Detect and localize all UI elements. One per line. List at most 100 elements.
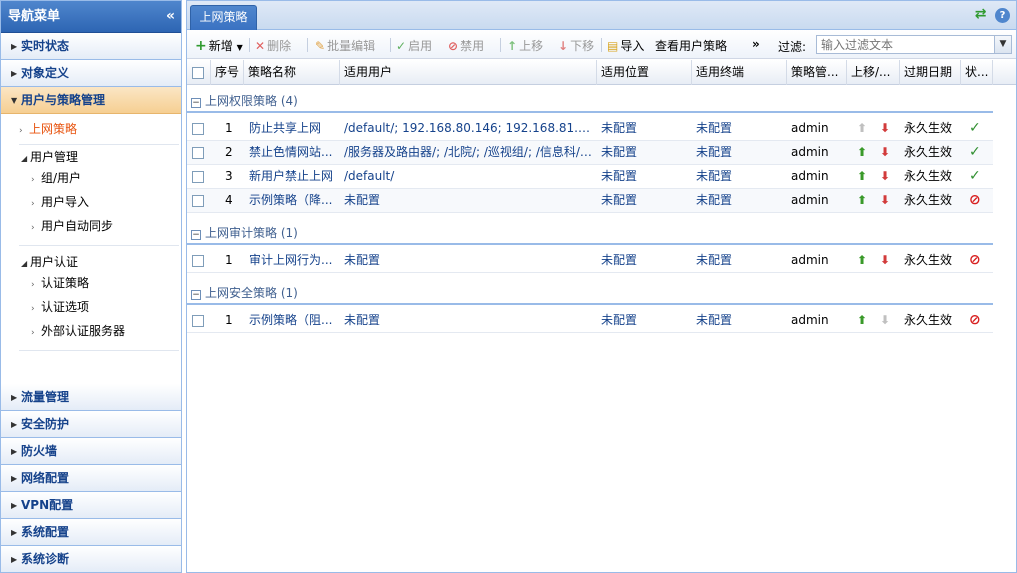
sidebar-item-auth-options[interactable]: › 认证选项 [31,298,89,315]
cell-terminal[interactable]: 未配置 [696,309,784,333]
row-checkbox[interactable] [192,254,204,267]
move-down-icon[interactable]: ⬇ [880,165,890,189]
disable-button[interactable]: ⊘ 禁用 [448,37,484,54]
cell-location[interactable]: 未配置 [601,117,689,141]
tab-internet-policy[interactable]: 上网策略 [190,5,257,30]
cell-location[interactable]: 未配置 [601,189,689,213]
cell-policy-name[interactable]: 示例策略（降... [249,189,341,213]
cell-policy-name[interactable]: 示例策略（阻... [249,309,341,333]
move-up-icon[interactable]: ⬆ [857,249,867,273]
disabled-prohibited-icon[interactable]: ⊘ [969,189,981,213]
cell-policy-name[interactable]: 防止共享上网 [249,117,341,141]
nav-section-system-config[interactable]: ▶ 系统配置 [1,519,181,546]
cell-terminal[interactable]: 未配置 [696,165,784,189]
table-row[interactable]: 1 示例策略（阻... 未配置 未配置 未配置 admin 永久生效 ⬆ ⬇ ⊘ [187,309,993,333]
group-header[interactable]: − 上网审计策略 (1) [187,221,993,245]
group-user-mgmt[interactable]: ◢ 用户管理 [21,148,78,165]
move-down-icon[interactable]: ⬇ [880,141,890,165]
table-row[interactable]: 2 禁止色情网站.../服务器及路由器/; /北院/; /巡视组/; /信息科/;… [187,141,993,165]
table-row[interactable]: 1 审计上网行为... 未配置 未配置 未配置 admin 永久生效 ⬆ ⬇ ⊘ [187,249,993,273]
help-icon[interactable]: ? [995,8,1010,23]
group-header[interactable]: − 上网安全策略 (1) [187,281,993,305]
move-up-icon[interactable]: ⬆ [857,189,867,213]
col-name[interactable]: 策略名称 [244,60,340,85]
col-expire[interactable]: 过期日期 [900,60,961,85]
cell-policy-name[interactable]: 禁止色情网站... [249,141,341,165]
table-row[interactable]: 1 防止共享上网/default/; 192.168.80.146; 192.16… [187,117,993,141]
cell-terminal[interactable]: 未配置 [696,249,784,273]
cell-policy-name[interactable]: 审计上网行为... [249,249,341,273]
nav-section-security-protection[interactable]: ▶ 安全防护 [1,411,181,438]
move-up-icon[interactable]: ⬆ [857,309,867,333]
cell-policy-name[interactable]: 新用户禁止上网 [249,165,341,189]
col-admin[interactable]: 策略管... [787,60,847,85]
sidebar-item-user-import[interactable]: › 用户导入 [31,193,89,210]
move-down-button[interactable]: ↓ 下移 [558,37,594,54]
filter-input[interactable] [816,35,1012,54]
row-checkbox[interactable] [192,194,204,207]
col-no[interactable]: 序号 [211,60,244,85]
sidebar-item-internet-policy[interactable]: › 上网策略 [19,120,77,137]
cell-terminal[interactable]: 未配置 [696,117,784,141]
group-header[interactable]: − 上网权限策略 (4) [187,89,993,113]
row-checkbox[interactable] [192,314,204,327]
row-checkbox[interactable] [192,146,204,159]
batch-edit-button[interactable]: ✎ 批量编辑 [315,37,375,54]
disabled-prohibited-icon[interactable]: ⊘ [969,309,981,333]
col-users[interactable]: 适用用户 [340,60,597,85]
refresh-icon[interactable]: ⇄ [973,7,988,22]
enable-button[interactable]: ✓ 启用 [396,37,432,54]
sidebar-item-external-auth-server[interactable]: › 外部认证服务器 [31,322,125,339]
cell-location[interactable]: 未配置 [601,141,689,165]
nav-section-firewall[interactable]: ▶ 防火墙 [1,438,181,465]
col-move[interactable]: 上移/... [847,60,900,85]
sidebar-item-group-user[interactable]: › 组/用户 [31,169,81,186]
cell-location[interactable]: 未配置 [601,249,689,273]
group-user-auth[interactable]: ◢ 用户认证 [21,253,78,270]
nav-section-object-definition[interactable]: ▶ 对象定义 [1,60,181,87]
add-button[interactable]: + 新增 ▼ [195,37,243,54]
checkbox[interactable] [192,66,204,79]
more-button[interactable]: » [752,37,760,51]
move-up-button[interactable]: ↑ 上移 [507,37,543,54]
collapse-minus-icon[interactable]: − [191,290,201,300]
move-down-icon[interactable]: ⬇ [880,249,890,273]
cell-terminal[interactable]: 未配置 [696,189,784,213]
chevron-down-icon[interactable]: ▼ [994,36,1011,53]
move-down-icon[interactable]: ⬇ [880,189,890,213]
col-location[interactable]: 适用位置 [597,60,692,85]
import-button[interactable]: ▤ 导入 [607,37,644,54]
sidebar-item-user-auto-sync[interactable]: › 用户自动同步 [31,217,113,234]
nav-section-user-policy-mgmt[interactable]: ▼ 用户与策略管理 [1,87,181,114]
move-down-icon[interactable]: ⬇ [880,117,890,141]
delete-button[interactable]: ✕ 删除 [255,37,291,54]
cell-users[interactable]: 未配置 [344,249,594,273]
collapse-minus-icon[interactable]: − [191,230,201,240]
enabled-check-icon[interactable]: ✓ [969,165,981,189]
cell-users[interactable]: 未配置 [344,189,594,213]
nav-section-network-config[interactable]: ▶ 网络配置 [1,465,181,492]
table-row[interactable]: 4 示例策略（降... 未配置 未配置 未配置 admin 永久生效 ⬆ ⬇ ⊘ [187,189,993,213]
nav-section-system-diagnosis[interactable]: ▶ 系统诊断 [1,546,181,573]
cell-terminal[interactable]: 未配置 [696,141,784,165]
cell-users[interactable]: /服务器及路由器/; /北院/; /巡视组/; /信息科/; /... [344,141,594,165]
cell-users[interactable]: 未配置 [344,309,594,333]
sidebar-item-auth-policy[interactable]: › 认证策略 [31,274,89,291]
move-up-icon[interactable]: ⬆ [857,165,867,189]
cell-location[interactable]: 未配置 [601,309,689,333]
cell-users[interactable]: /default/ [344,165,594,189]
select-all-checkbox[interactable] [187,60,211,85]
col-status[interactable]: 状... [961,60,993,85]
view-user-policy-button[interactable]: 查看用户策略 [655,37,727,54]
cell-location[interactable]: 未配置 [601,165,689,189]
row-checkbox[interactable] [192,122,204,135]
collapse-minus-icon[interactable]: − [191,98,201,108]
move-up-icon[interactable]: ⬆ [857,141,867,165]
enabled-check-icon[interactable]: ✓ [969,141,981,165]
col-terminal[interactable]: 适用终端 [692,60,787,85]
nav-section-vpn-config[interactable]: ▶ VPN配置 [1,492,181,519]
disabled-prohibited-icon[interactable]: ⊘ [969,249,981,273]
nav-section-realtime-status[interactable]: ▶ 实时状态 [1,33,181,60]
enabled-check-icon[interactable]: ✓ [969,117,981,141]
double-chevron-left-icon[interactable]: « [166,1,175,32]
